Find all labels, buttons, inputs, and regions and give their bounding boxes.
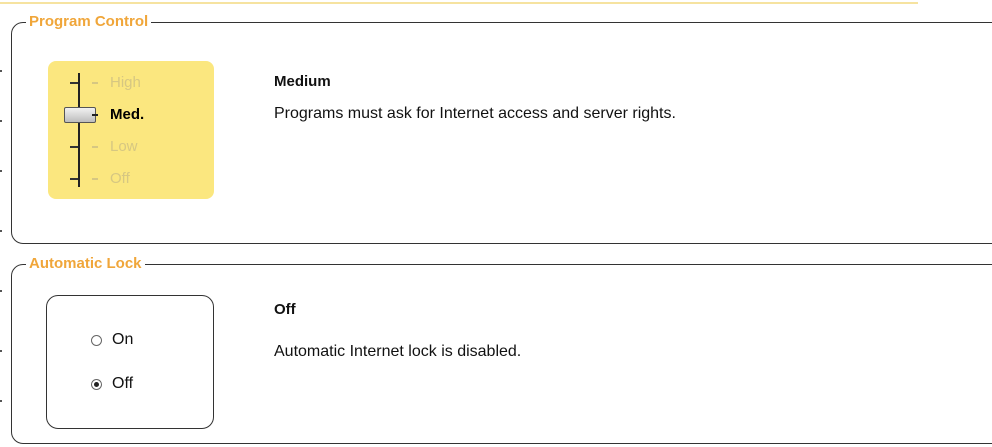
level-low[interactable]: Low [110,138,138,156]
automatic-lock-group: Automatic Lock On Off Off Automatic Inte… [11,255,992,444]
security-level-slider[interactable]: High Med. Low Off [48,61,214,199]
top-divider [0,2,918,4]
program-control-description: Programs must ask for Internet access an… [274,105,676,122]
level-off[interactable]: Off [110,170,130,188]
radio-off-circle[interactable] [91,378,102,390]
program-control-title: Medium [274,73,331,90]
level-high[interactable]: High [110,74,141,92]
automatic-lock-description: Automatic Internet lock is disabled. [274,343,522,360]
radio-on[interactable]: On [91,331,133,349]
radio-on-circle[interactable] [91,334,102,346]
left-edge-dots [0,70,3,430]
slider-track [78,73,80,187]
level-medium[interactable]: Med. [110,106,144,124]
radio-off-label[interactable]: Off [112,375,133,393]
automatic-lock-legend: Automatic Lock [26,255,145,273]
radio-off[interactable]: Off [91,375,133,393]
radio-on-label[interactable]: On [112,331,133,349]
program-control-group: Program Control High Med. Low Off Medium… [11,13,992,244]
program-control-legend: Program Control [26,13,152,31]
automatic-lock-options: On Off [46,295,214,429]
automatic-lock-title: Off [274,301,296,318]
